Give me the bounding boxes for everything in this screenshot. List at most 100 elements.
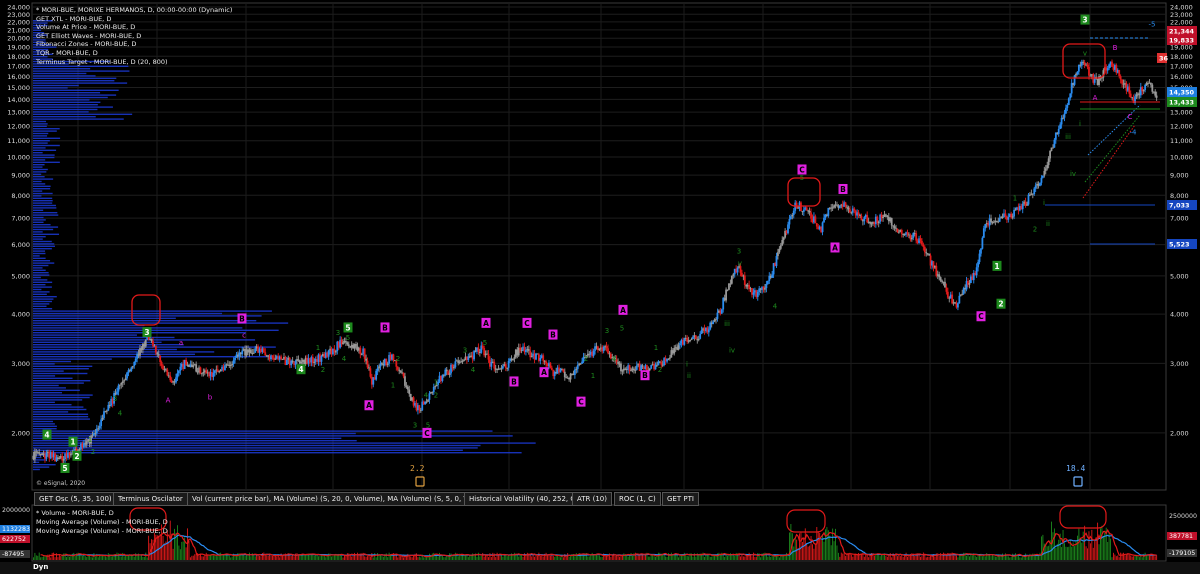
tab-get-pti[interactable]: GET PTI [662, 492, 699, 506]
vap-bar [33, 212, 58, 214]
legend-elliott[interactable]: GET Elliott Waves - MORI-BUE, D [36, 32, 232, 41]
candle [177, 370, 180, 374]
candle [1057, 128, 1060, 134]
volume-legend-ma5[interactable]: Moving Average (Volume) - MORI-BUE, D [36, 527, 168, 536]
wave-label: C [578, 398, 584, 407]
candle [797, 207, 799, 209]
wave-label: 4 [44, 431, 49, 440]
tab-get-osc[interactable]: GET Osc (5, 35, 100) [34, 492, 117, 506]
vap-bar [33, 384, 59, 387]
candle [500, 368, 503, 370]
vap-bar [33, 339, 256, 341]
wave-sub-label: B [1113, 44, 1118, 52]
candle [445, 369, 448, 372]
wave-label: B [642, 371, 648, 380]
volume-axis-label: 2500000 [1169, 513, 1197, 520]
candle [608, 353, 611, 355]
legend-fib[interactable]: Fibonacci Zones - MORI-BUE, D [36, 40, 232, 49]
tab-roc[interactable]: ROC (1, C) [614, 492, 661, 506]
candle [810, 212, 812, 219]
candle [402, 373, 405, 377]
candle [185, 359, 187, 366]
candle [699, 333, 702, 339]
y-tick-label-left: 11,000 [7, 137, 30, 145]
tab-atr[interactable]: ATR (10) [572, 492, 612, 506]
y-tick-label-right: 18,000 [1170, 53, 1193, 61]
price-chart[interactable]: 24,000 24,00023,000 23,00022,000 22,00021,0… [0, 0, 1200, 574]
wave-label: 3 [144, 328, 149, 337]
vap-bar [33, 293, 47, 295]
vap-bar [33, 320, 257, 322]
vap-bar [33, 248, 52, 250]
candle [782, 237, 785, 240]
vap-bar [33, 94, 117, 96]
wave-label: A [620, 306, 626, 315]
candle [866, 215, 869, 223]
candle [1155, 95, 1158, 98]
candle [736, 267, 739, 273]
vap-bar [33, 288, 42, 291]
y-tick-label-left: 22,000 [7, 18, 30, 26]
wave-sub-label: i [1079, 120, 1081, 128]
candle [958, 295, 961, 304]
candle [405, 385, 408, 387]
legend-terminus[interactable]: Terminus Target - MORI-BUE, D (20, 800) [36, 58, 232, 67]
vap-bar [33, 161, 60, 163]
candle [94, 433, 97, 435]
candle [1062, 117, 1064, 119]
tab-terminus-osc[interactable]: Terminus Oscilator [113, 492, 188, 506]
price-badge-label: 5,523 [1169, 241, 1190, 249]
legend-tqr[interactable]: TQR - MORI-BUE, D [36, 49, 232, 58]
legend-symbol[interactable]: * MORI-BUE, MORIXE HERMANOS, D, 00:00-00… [36, 6, 232, 15]
vap-bar [33, 363, 55, 365]
volume-legend: * Volume - MORI-BUE, D Moving Average (V… [36, 509, 168, 536]
wave-sub-label: -5 [1149, 20, 1156, 28]
volume-legend-ma20[interactable]: Moving Average (Volume) - MORI-BUE, D [36, 518, 168, 527]
vap-bar [33, 315, 262, 317]
y-tick-label-right: 13,000 [1170, 109, 1193, 117]
candle [844, 202, 847, 207]
wave-sub-label: 4 [424, 392, 429, 400]
candle [134, 358, 137, 362]
candle [376, 368, 379, 371]
vap-bar [33, 228, 54, 231]
vap-bar [33, 82, 128, 84]
candle [689, 340, 691, 342]
vap-bar [33, 276, 41, 279]
vap-bar [33, 444, 481, 447]
vap-bar [33, 240, 52, 243]
candle [863, 217, 866, 222]
candle [202, 372, 205, 374]
candle [274, 358, 277, 360]
candle [342, 342, 344, 345]
candle [679, 343, 681, 346]
candle [229, 364, 232, 366]
candle [192, 365, 195, 367]
candle [1089, 75, 1092, 77]
wave-sub-label: 5 [620, 324, 624, 332]
legend-vap[interactable]: Volume At Price - MORI-BUE, D [36, 23, 232, 32]
candle [100, 419, 103, 426]
candle [1033, 188, 1036, 195]
candle [720, 309, 723, 314]
candle [650, 365, 653, 369]
dyn-button[interactable]: Dyn [33, 563, 48, 571]
candle [660, 362, 663, 365]
candle [1043, 170, 1046, 176]
y-tick-label-right: 22,000 [1170, 18, 1193, 26]
candle [1001, 216, 1004, 218]
candle [1021, 203, 1024, 210]
volume-legend-vol[interactable]: * Volume - MORI-BUE, D [36, 509, 168, 518]
candle [549, 362, 552, 368]
candle [512, 358, 514, 360]
candle [212, 372, 215, 377]
tab-hist-vol[interactable]: Historical Volatility (40, 252, C) [464, 492, 583, 506]
candle [103, 411, 105, 418]
candle [1011, 216, 1014, 218]
candle [694, 335, 697, 340]
candle [777, 252, 779, 257]
legend-xtl[interactable]: GET XTL - MORI-BUE, D [36, 15, 232, 24]
candle [408, 389, 411, 394]
tab-volume[interactable]: Vol (current price bar), MA (Volume) (S,… [187, 492, 498, 506]
wave-sub-label: 2 [658, 366, 662, 374]
